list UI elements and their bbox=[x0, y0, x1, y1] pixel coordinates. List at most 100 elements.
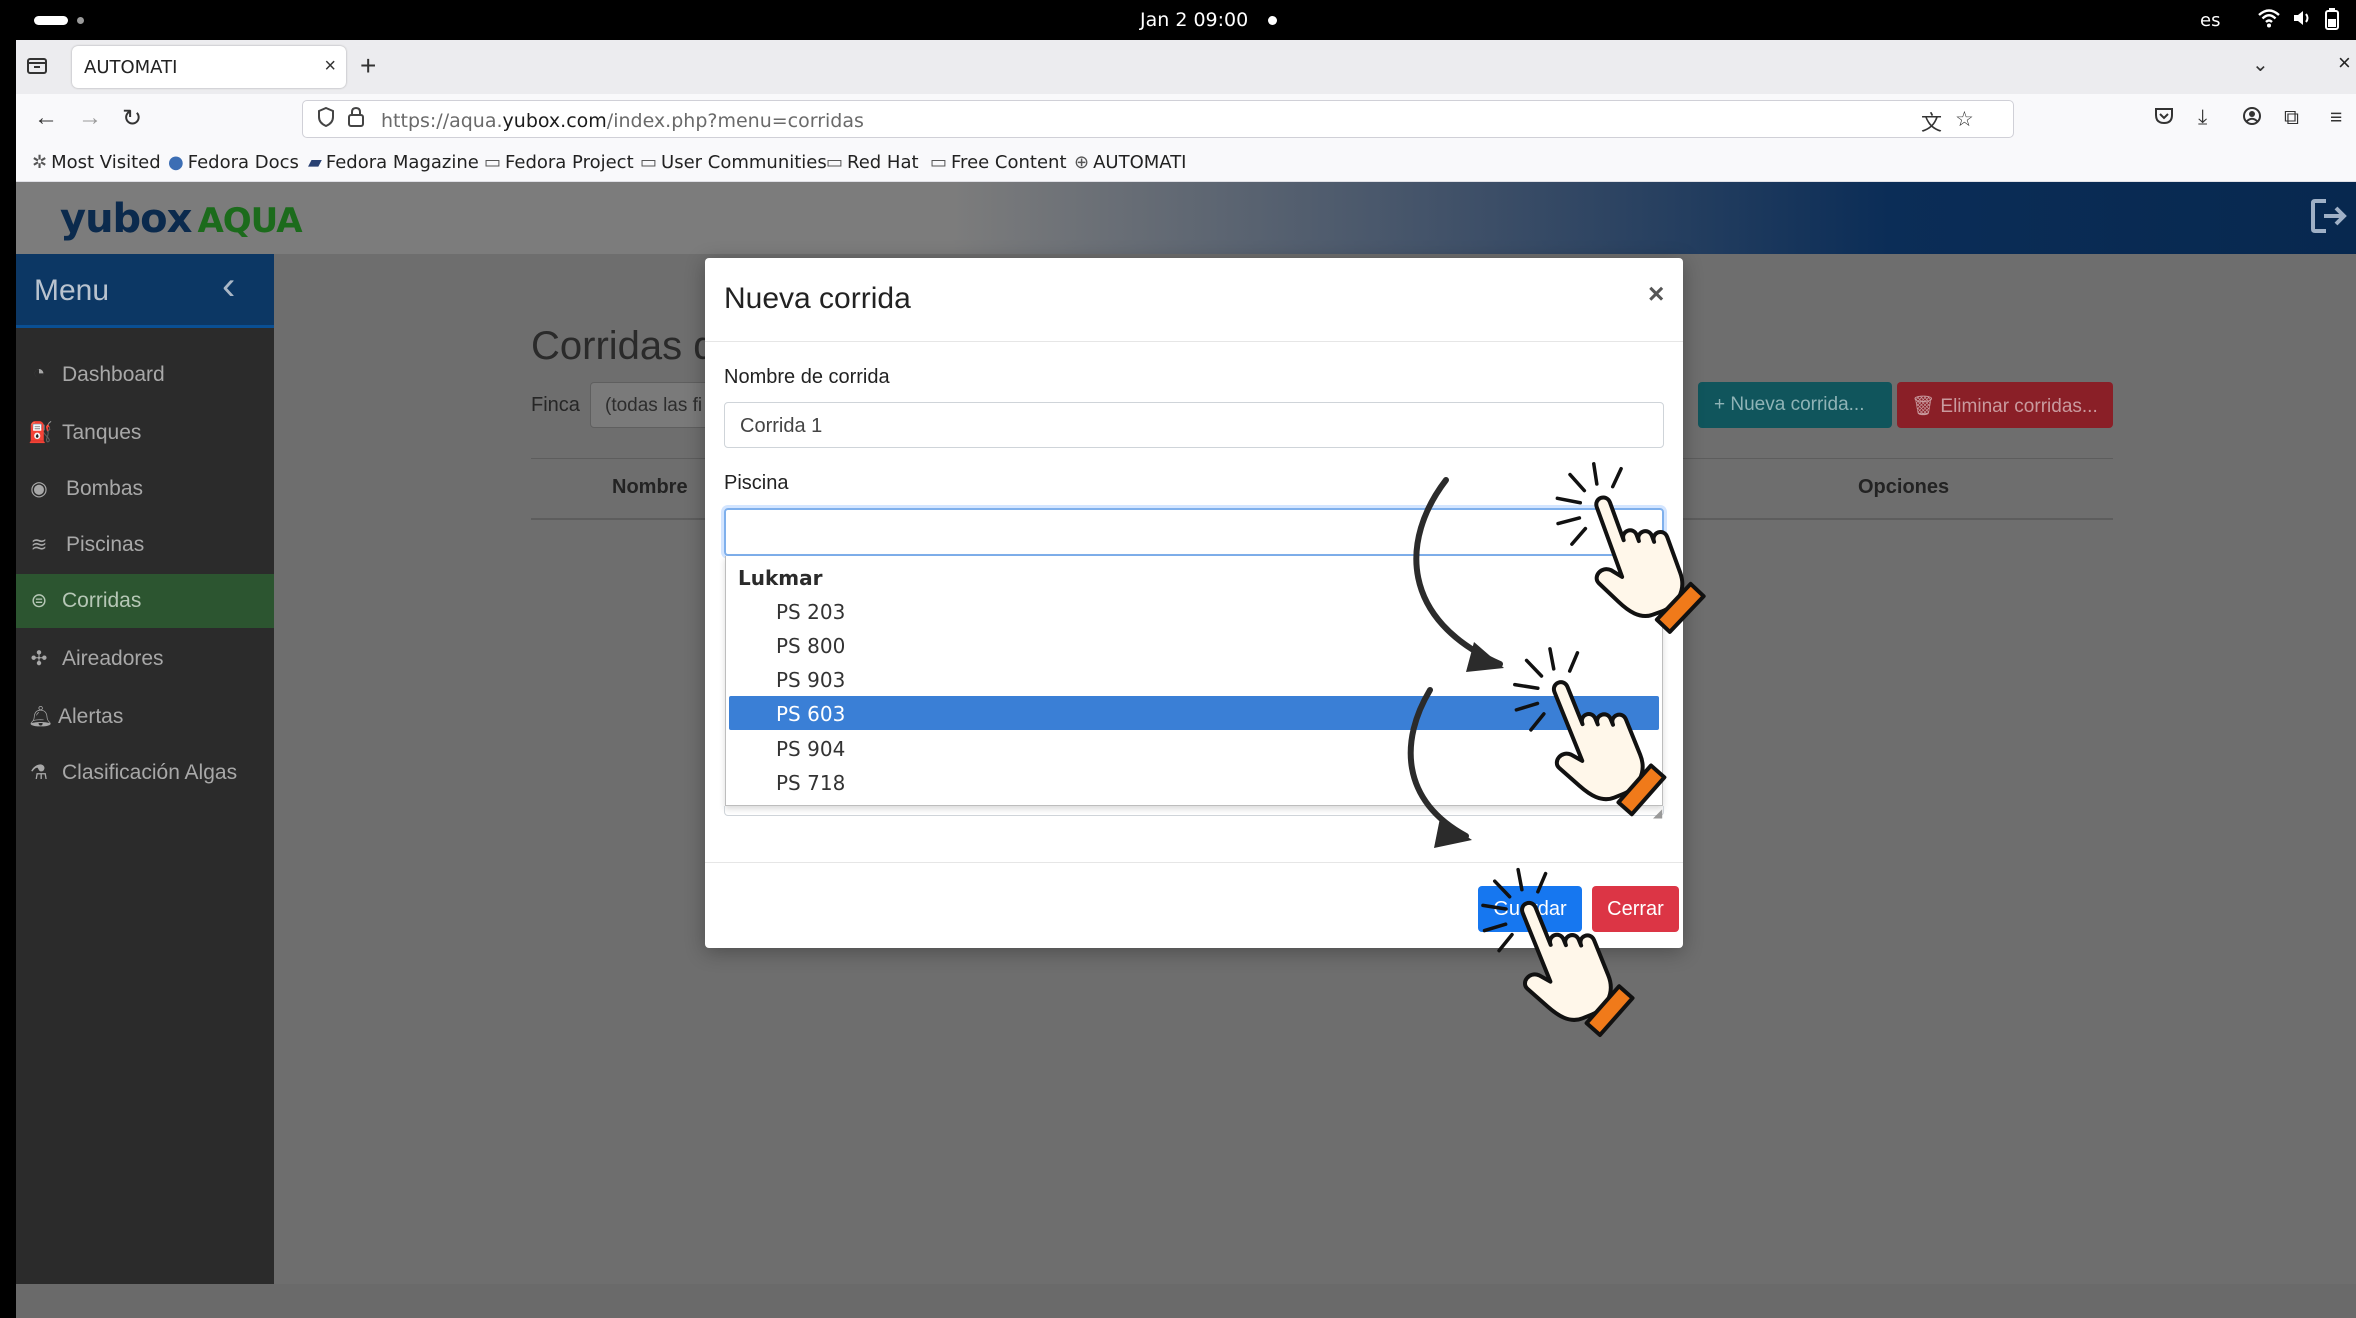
modal-title: Nueva corrida bbox=[724, 282, 911, 315]
extensions-icon[interactable]: ⧉ bbox=[2284, 106, 2299, 130]
account-icon[interactable] bbox=[2242, 106, 2262, 132]
bookmark-fedora-project[interactable]: ▭ Fedora Project bbox=[484, 152, 634, 173]
gas-pump-icon: ⛽ bbox=[28, 422, 53, 444]
os-top-bar: Jan 2 09:00 es bbox=[0, 0, 2356, 40]
bookmark-red-hat[interactable]: ▭ Red Hat bbox=[826, 152, 919, 173]
option-ps-718[interactable]: PS 718 bbox=[729, 765, 1659, 799]
close-icon[interactable]: × bbox=[1648, 278, 1664, 310]
piscina-dropdown-list: Lukmar PS 203 PS 800 PS 903 PS 603 PS 90… bbox=[725, 556, 1663, 806]
trash-icon: 🗑︎ bbox=[1911, 396, 1941, 417]
dashboard-icon: ◔ bbox=[32, 362, 46, 384]
globe-icon: ⊕ bbox=[1074, 152, 1090, 173]
bookmark-automati[interactable]: ⊕ AUTOMATI bbox=[1074, 152, 1187, 173]
column-header-nombre[interactable]: Nombre bbox=[612, 476, 688, 499]
shrimp-icon: ⊜ bbox=[30, 590, 48, 612]
cerrar-button[interactable]: Cerrar bbox=[1592, 886, 1679, 932]
sidebar-item-piscinas[interactable]: ≋ Piscinas bbox=[16, 518, 274, 572]
close-tab-icon[interactable]: × bbox=[324, 55, 336, 78]
url-text: https://aqua.yubox.com/index.php?menu=co… bbox=[381, 110, 864, 132]
wifi-icon[interactable] bbox=[2258, 8, 2280, 34]
clock[interactable]: Jan 2 09:00 bbox=[1140, 9, 1248, 31]
logout-icon[interactable] bbox=[2310, 198, 2350, 243]
option-ps-904[interactable]: PS 904 bbox=[729, 731, 1659, 765]
sidebar-item-clasificacion-algas[interactable]: ⚗ Clasificación Algas bbox=[16, 746, 274, 800]
fan-icon: ✣ bbox=[30, 648, 48, 670]
window-close-icon[interactable]: × bbox=[2338, 50, 2351, 76]
finca-select[interactable]: (todas las fi bbox=[590, 382, 710, 428]
guardar-button[interactable]: Guardar bbox=[1478, 886, 1582, 932]
piscina-select[interactable]: ⌄ bbox=[724, 508, 1664, 556]
menu-title: Menu bbox=[34, 274, 110, 307]
page-title: Corridas d bbox=[531, 324, 716, 368]
download-icon[interactable]: ⤓ bbox=[2198, 106, 2207, 130]
page-bottom bbox=[16, 1284, 2356, 1318]
new-tab-icon[interactable]: + bbox=[360, 50, 376, 82]
nueva-corrida-button[interactable]: + Nueva corrida... bbox=[1698, 382, 1892, 428]
shield-icon[interactable] bbox=[317, 106, 335, 133]
pocket-icon[interactable] bbox=[2154, 106, 2174, 132]
bookmark-fedora-docs[interactable]: ● Fedora Docs bbox=[168, 152, 299, 173]
folder-icon: ▭ bbox=[826, 152, 844, 173]
modal-header: Nueva corrida × bbox=[705, 258, 1683, 342]
resize-grip-icon[interactable]: ◢ bbox=[1653, 806, 1662, 820]
bookmarks-toolbar: ✲ Most Visited ● Fedora Docs ▰ Fedora Magaz… bbox=[16, 144, 2356, 182]
forward-icon[interactable]: → bbox=[78, 104, 102, 132]
tab-strip: AUTOMATI × + ⌄ × bbox=[16, 40, 2356, 94]
chevron-down-icon[interactable]: ⌄ bbox=[2252, 52, 2269, 77]
bookmark-user-communities[interactable]: ▭ User Communities bbox=[640, 152, 827, 173]
option-ps-603[interactable]: PS 603 bbox=[729, 696, 1659, 730]
translate-icon[interactable]: 文 bbox=[1921, 107, 1942, 137]
volume-icon[interactable] bbox=[2292, 8, 2314, 34]
nueva-corrida-modal: Nueva corrida × Nombre de corrida Corrid… bbox=[705, 258, 1683, 948]
back-icon[interactable]: ← bbox=[34, 104, 58, 132]
folder-icon: ▭ bbox=[484, 152, 502, 173]
chevron-left-icon[interactable]: ‹ bbox=[222, 264, 235, 309]
reload-icon[interactable]: ↻ bbox=[122, 104, 142, 133]
finca-label: Finca bbox=[531, 394, 580, 416]
activities-indicator[interactable] bbox=[34, 16, 68, 25]
sidebar-item-bombas[interactable]: ◉ Bombas bbox=[16, 462, 274, 516]
fedora-icon: ● bbox=[168, 152, 184, 173]
hamburger-menu-icon[interactable]: ≡ bbox=[2330, 106, 2342, 130]
address-bar[interactable]: https://aqua.yubox.com/index.php?menu=co… bbox=[302, 100, 2014, 138]
microscope-icon: ⚗ bbox=[30, 762, 48, 784]
magazine-icon: ▰ bbox=[308, 152, 322, 173]
sidebar-item-tanques[interactable]: ⛽ Tanques bbox=[16, 406, 274, 460]
battery-icon[interactable] bbox=[2324, 8, 2340, 36]
option-ps-203[interactable]: PS 203 bbox=[729, 594, 1659, 628]
gear-icon: ✲ bbox=[32, 152, 48, 173]
workspace-dot bbox=[77, 17, 84, 24]
chevron-down-icon: ⌄ bbox=[1636, 520, 1652, 540]
input-language[interactable]: es bbox=[2200, 10, 2220, 31]
yubox-aqua-logo[interactable]: yubox AQUA bbox=[60, 196, 303, 242]
tab-title: AUTOMATI bbox=[84, 57, 178, 78]
menu-header: Menu ‹ bbox=[16, 254, 274, 328]
bookmark-free-content[interactable]: ▭ Free Content bbox=[930, 152, 1067, 173]
tab-automati[interactable]: AUTOMATI × bbox=[72, 46, 346, 88]
tab-list-icon[interactable] bbox=[26, 54, 50, 78]
folder-icon: ▭ bbox=[640, 152, 658, 173]
sidebar-item-aireadores[interactable]: ✣ Aireadores bbox=[16, 632, 274, 686]
notification-dot bbox=[1268, 16, 1277, 25]
column-header-opciones: Opciones bbox=[1858, 476, 1950, 498]
eliminar-corridas-button[interactable]: 🗑︎ Eliminar corridas... bbox=[1897, 382, 2113, 428]
nombre-corrida-input[interactable]: Corrida 1 bbox=[724, 402, 1664, 448]
navigation-bar: ← → ↻ https://aqua.yubox.com/index.php?m… bbox=[16, 94, 2356, 144]
browser-window: AUTOMATI × + ⌄ × ← → ↻ https://aqua.yubo… bbox=[16, 40, 2356, 1318]
star-icon[interactable]: ☆ bbox=[1955, 107, 1974, 132]
modal-footer-divider bbox=[705, 862, 1683, 863]
option-ps-800[interactable]: PS 800 bbox=[729, 628, 1659, 662]
sidebar-item-alertas[interactable]: 🔔︎ Alertas bbox=[16, 690, 274, 744]
sidebar-item-dashboard[interactable]: ◔ Dashboard bbox=[16, 348, 274, 402]
water-waves-icon: ≋ bbox=[30, 534, 48, 556]
lock-icon[interactable] bbox=[347, 106, 365, 134]
optgroup-label: Lukmar bbox=[738, 566, 823, 590]
textarea-bottom-edge bbox=[724, 806, 1664, 816]
bookmark-most-visited[interactable]: ✲ Most Visited bbox=[32, 152, 161, 173]
app-header: yubox AQUA bbox=[16, 182, 2356, 254]
option-ps-903[interactable]: PS 903 bbox=[729, 662, 1659, 696]
pump-icon: ◉ bbox=[30, 478, 48, 500]
sidebar-item-corridas[interactable]: ⊜ Corridas bbox=[16, 574, 274, 628]
nombre-label: Nombre de corrida bbox=[724, 366, 890, 388]
bookmark-fedora-magazine[interactable]: ▰ Fedora Magazine bbox=[308, 152, 479, 173]
